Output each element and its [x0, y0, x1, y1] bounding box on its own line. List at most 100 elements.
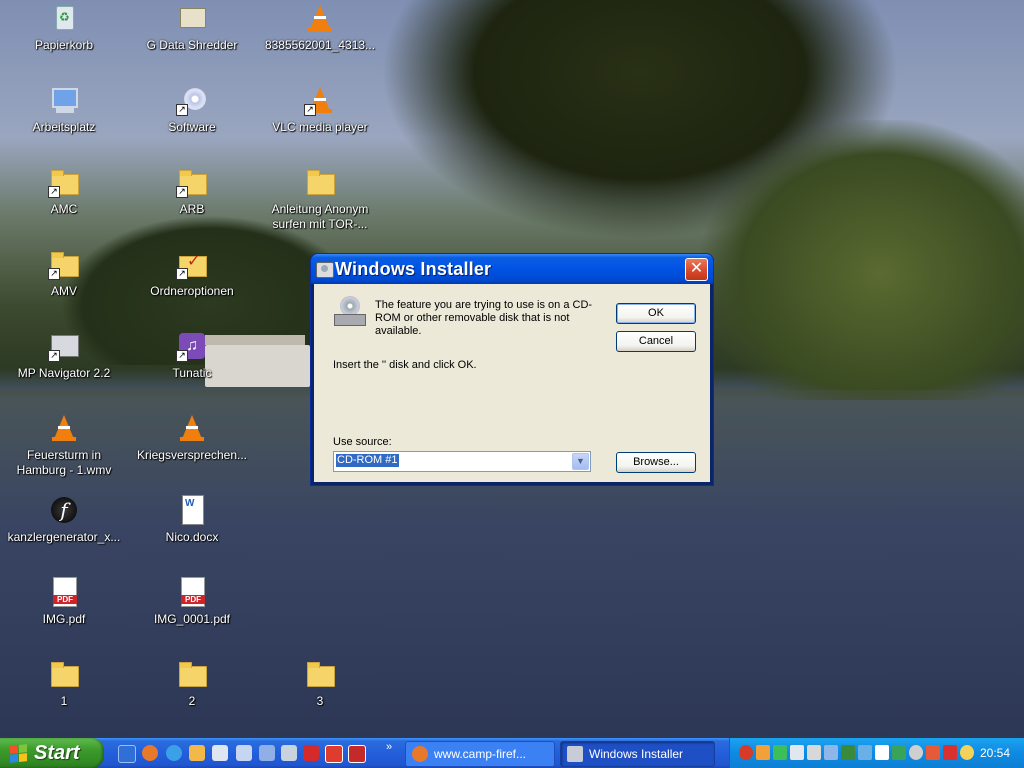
folder-icon: ↗	[48, 166, 80, 198]
folder-options-icon: ↗	[176, 248, 208, 280]
dialog-titlebar[interactable]: Windows Installer ✕	[311, 254, 713, 284]
quicklaunch-mail-icon[interactable]	[189, 745, 205, 761]
flash-icon: f	[48, 494, 80, 526]
desktop-icon-label: 2	[188, 694, 196, 708]
desktop-icon-label: AMV	[50, 284, 77, 298]
desktop-icon-gdata-shredder[interactable]: G Data Shredder	[128, 2, 256, 53]
word-document-icon	[176, 494, 208, 526]
tray-calendar-icon[interactable]	[756, 745, 770, 760]
desktop-icon-amc[interactable]: ↗ AMC	[0, 166, 128, 217]
desktop-icon-label: kanzlergenerator_x...	[7, 530, 121, 544]
desktop-icon-folder-3[interactable]: 3	[256, 658, 384, 709]
desktop-icon-amv[interactable]: ↗ AMV	[0, 248, 128, 299]
close-button[interactable]: ✕	[685, 258, 708, 281]
vlc-cone-icon	[48, 412, 80, 444]
start-button[interactable]: Start	[0, 738, 104, 768]
chevron-down-icon[interactable]: ▼	[572, 453, 589, 470]
ok-button[interactable]: OK	[616, 303, 696, 324]
browse-button[interactable]: Browse...	[616, 452, 696, 473]
pdf-icon	[48, 576, 80, 608]
tray-app-icon[interactable]	[824, 745, 838, 760]
quicklaunch-pdf-icon[interactable]	[303, 745, 319, 761]
desktop-icon-feuersturm[interactable]: Feuersturm in Hamburg - 1.wmv	[0, 412, 128, 478]
quicklaunch-app-icon[interactable]	[281, 745, 297, 761]
tray-disk-icon[interactable]	[909, 745, 923, 760]
tray-security-icon[interactable]	[926, 745, 940, 760]
desktop-icon-mp-navigator[interactable]: ↗ MP Navigator 2.2	[0, 330, 128, 381]
desktop-icon-label: IMG.pdf	[42, 612, 86, 626]
system-tray: 20:54	[729, 738, 1024, 768]
vlc-cone-icon: ↗	[304, 84, 336, 116]
desktop-icon-ordneroptionen[interactable]: ↗ Ordneroptionen	[128, 248, 256, 299]
desktop-icon-folder-1[interactable]: 1	[0, 658, 128, 709]
desktop-icon-label: IMG_0001.pdf	[153, 612, 231, 626]
folder-icon: ↗	[48, 248, 80, 280]
cd-icon: ↗	[176, 84, 208, 116]
installer-icon	[316, 262, 334, 278]
tray-connection-icon[interactable]	[892, 745, 906, 760]
desktop-icon-img0001-pdf[interactable]: IMG_0001.pdf	[128, 576, 256, 627]
quicklaunch-firefox-icon[interactable]	[142, 745, 158, 761]
quicklaunch-overflow-chevron[interactable]: »	[386, 741, 392, 753]
dialog-title: Windows Installer	[335, 259, 492, 279]
quicklaunch-ie-icon[interactable]	[118, 745, 136, 763]
tray-sync-icon[interactable]	[858, 745, 872, 760]
windows-logo-icon	[10, 744, 27, 763]
tray-volume-icon[interactable]	[807, 745, 821, 760]
installer-icon	[567, 746, 583, 762]
desktop-icon-label: Kriegsversprechen...	[136, 448, 248, 462]
quicklaunch-internet-explorer-icon[interactable]	[166, 745, 182, 761]
folder-icon	[48, 658, 80, 690]
desktop-icon-software[interactable]: ↗ Software	[128, 84, 256, 135]
computer-icon	[48, 84, 80, 116]
music-note-icon: ♫ ↗	[176, 330, 208, 362]
tray-network-icon[interactable]	[790, 745, 804, 760]
recycle-bin-icon	[48, 2, 80, 34]
desktop-icon-label: Software	[168, 120, 216, 134]
quicklaunch-z-icon[interactable]	[348, 745, 366, 763]
desktop-icon-label: Papierkorb	[34, 38, 94, 52]
quicklaunch-wordpad-icon[interactable]	[212, 745, 228, 761]
desktop-icon-label: 3	[316, 694, 324, 708]
taskbar-button-label: Windows Installer	[589, 747, 684, 761]
quicklaunch-u-icon[interactable]	[325, 745, 343, 763]
shortcut-arrow-icon: ↗	[176, 186, 188, 198]
desktop-icon-nico-docx[interactable]: Nico.docx	[128, 494, 256, 545]
shredder-icon	[176, 2, 208, 34]
taskbar-button-label: www.camp-firef...	[434, 747, 527, 761]
desktop-icon-folder-2[interactable]: 2	[128, 658, 256, 709]
shortcut-arrow-icon: ↗	[48, 186, 60, 198]
tray-antivirus-icon[interactable]	[739, 745, 753, 760]
cancel-button[interactable]: Cancel	[616, 331, 696, 352]
desktop-icon-vlc[interactable]: ↗ VLC media player	[256, 84, 384, 135]
shortcut-arrow-icon: ↗	[48, 268, 60, 280]
quicklaunch-spreadsheet-icon[interactable]	[236, 745, 252, 761]
tray-misc-icon[interactable]	[960, 745, 974, 760]
desktop-icon-kanzlergenerator[interactable]: f kanzlergenerator_x...	[0, 494, 128, 545]
quicklaunch-tool-icon[interactable]	[259, 745, 275, 761]
tray-shield-icon[interactable]	[773, 745, 787, 760]
desktop-icon-video-file[interactable]: 8385562001_4313...	[256, 2, 384, 53]
desktop-icon-tunatic[interactable]: ♫ ↗ Tunatic	[128, 330, 256, 381]
desktop-icon-anleitung[interactable]: Anleitung Anonym surfen mit TOR-...	[256, 166, 384, 232]
tray-mail-icon[interactable]	[875, 745, 889, 760]
desktop-icon-arbeitsplatz[interactable]: Arbeitsplatz	[0, 84, 128, 135]
tray-alert-icon[interactable]	[943, 745, 957, 760]
shortcut-arrow-icon: ↗	[176, 104, 188, 116]
clock[interactable]: 20:54	[980, 746, 1010, 760]
source-combobox-value: CD-ROM #1	[336, 454, 399, 467]
desktop-icon-arb[interactable]: ↗ ARB	[128, 166, 256, 217]
desktop-icon-img-pdf[interactable]: IMG.pdf	[0, 576, 128, 627]
shortcut-arrow-icon: ↗	[176, 350, 188, 362]
desktop-icon-kriegsversprechen[interactable]: Kriegsversprechen...	[128, 412, 256, 463]
source-combobox[interactable]: CD-ROM #1 ▼	[333, 451, 591, 472]
wallpaper-leaves	[380, 0, 900, 240]
desktop-icon-label: 1	[60, 694, 68, 708]
desktop-icon-label: Anleitung Anonym surfen mit TOR-...	[271, 202, 369, 231]
desktop-icon-label: G Data Shredder	[146, 38, 238, 52]
desktop-icon-papierkorb[interactable]: Papierkorb	[0, 2, 128, 53]
taskbar-button-windows-installer[interactable]: Windows Installer	[560, 741, 715, 767]
tray-update-icon[interactable]	[841, 745, 855, 760]
shortcut-arrow-icon: ↗	[304, 104, 316, 116]
taskbar-button-firefox[interactable]: www.camp-firef...	[405, 741, 555, 767]
